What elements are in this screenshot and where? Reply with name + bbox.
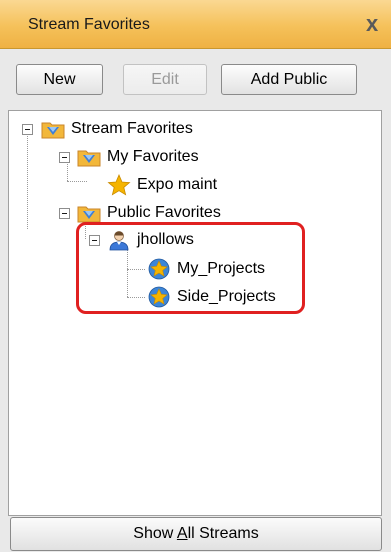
- favorites-tree: Stream Favorites My Favorites Expo maint: [8, 110, 382, 516]
- tree-node-label: My Favorites: [107, 148, 199, 165]
- collapse-toggle-public-favorites[interactable]: [59, 208, 70, 219]
- show-all-label-prefix: Show: [133, 525, 177, 542]
- collapse-toggle-jhollows[interactable]: [89, 235, 100, 246]
- tree-node-my-projects[interactable]: My_Projects: [147, 257, 265, 281]
- tree-node-label: My_Projects: [177, 260, 266, 277]
- edit-button[interactable]: Edit: [123, 64, 207, 95]
- tree-connector: [127, 297, 145, 298]
- tree-node-root[interactable]: Stream Favorites: [41, 117, 193, 141]
- collapse-toggle-my-favorites[interactable]: [59, 152, 70, 163]
- stream-favorites-panel: Stream Favorites x New Edit Add Public S…: [0, 0, 391, 552]
- tree-node-label: Public Favorites: [107, 204, 221, 221]
- tree-node-label: jhollows: [137, 231, 194, 248]
- tree-node-label: Stream Favorites: [71, 120, 193, 137]
- star-badge-icon: [147, 258, 171, 280]
- folder-stream-icon: [77, 146, 101, 168]
- tree-node-my-favorites[interactable]: My Favorites: [77, 145, 199, 169]
- tree-connector: [127, 269, 145, 270]
- tree-connector: [127, 247, 128, 297]
- tree-connector: [27, 133, 28, 229]
- user-icon: [107, 229, 131, 251]
- folder-stream-icon: [41, 118, 65, 140]
- star-icon: [107, 173, 131, 196]
- panel-title: Stream Favorites: [28, 16, 150, 33]
- new-button[interactable]: New: [16, 64, 103, 95]
- tree-node-public-favorites[interactable]: Public Favorites: [77, 201, 221, 225]
- tree-node-expo-maint[interactable]: Expo maint: [107, 173, 217, 197]
- star-badge-icon: [147, 286, 171, 308]
- tree-node-side-projects[interactable]: Side_Projects: [147, 285, 276, 309]
- tree-connector: [67, 181, 87, 182]
- tree-node-jhollows[interactable]: jhollows: [107, 228, 194, 252]
- tree-node-label: Expo maint: [137, 176, 218, 193]
- close-icon[interactable]: x: [366, 10, 390, 38]
- tree-node-label: Side_Projects: [177, 288, 276, 305]
- folder-stream-icon: [77, 202, 101, 224]
- add-public-button[interactable]: Add Public: [221, 64, 357, 95]
- show-all-label-suffix: ll Streams: [187, 525, 259, 542]
- collapse-toggle-root[interactable]: [22, 124, 33, 135]
- toolbar: New Edit Add Public: [0, 48, 391, 108]
- show-all-streams-button[interactable]: Show All Streams: [10, 517, 382, 551]
- panel-title-bar: Stream Favorites x: [0, 0, 391, 49]
- show-all-mnemonic: A: [176, 525, 188, 542]
